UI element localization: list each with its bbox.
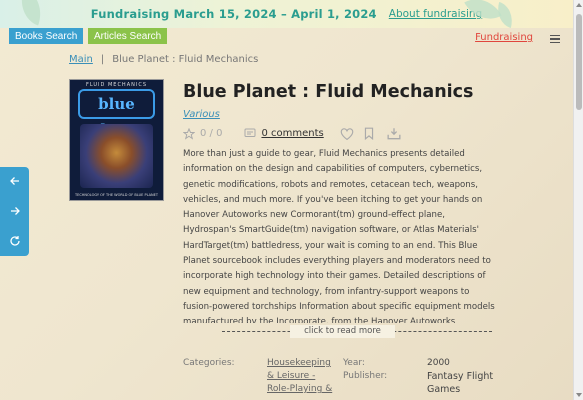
breadcrumb-main-link[interactable]: Main (69, 54, 93, 65)
heart-icon[interactable] (340, 127, 354, 140)
publisher-value: Fantasy Flight Games (427, 371, 494, 395)
breadcrumb-current: Blue Planet : Fluid Mechanics (112, 54, 259, 65)
year-label: Year: (343, 358, 365, 368)
scroll-down-arrow-icon[interactable] (576, 393, 582, 397)
cover-bottom-text: TECHNOLOGY OF THE WORLD OF BLUE PLANET (75, 193, 158, 197)
year-value: 2000 (427, 358, 450, 368)
refresh-icon[interactable] (9, 232, 21, 251)
cover-logo: blue planet (78, 89, 155, 139)
book-description: More than just a guide to gear, Fluid Me… (183, 149, 495, 323)
book-actions: 0 / 0 0 comments (183, 127, 402, 140)
rating-value: 0 / 0 (200, 128, 223, 139)
fundraising-banner: Fundraising March 15, 2024 – April 1, 20… (0, 0, 573, 28)
arrow-right-icon[interactable] (9, 202, 21, 221)
about-fundraising-link[interactable]: About fundraising (389, 8, 482, 20)
comments[interactable]: 0 comments (244, 128, 324, 139)
comments-link[interactable]: 0 comments (261, 128, 323, 139)
top-navigation: Books Search Articles Search Fundraising (0, 28, 573, 48)
cover-top-text: FLUID MECHANICS (85, 82, 147, 88)
side-navigation (0, 167, 29, 256)
banner-title: Fundraising March 15, 2024 – April 1, 20… (90, 7, 377, 21)
categories-label: Categories: (183, 358, 235, 368)
star-icon[interactable] (183, 127, 195, 140)
rating[interactable]: 0 / 0 (183, 127, 223, 140)
author-link[interactable]: Various (183, 109, 220, 120)
read-more-button[interactable]: click to read more (290, 325, 395, 338)
book-title: Blue Planet : Fluid Mechanics (183, 82, 474, 102)
categories-value[interactable]: Housekeeping & Leisure - Role-Playing & (267, 357, 339, 396)
books-search-button[interactable]: Books Search (9, 28, 84, 44)
leaf-decoration (13, 0, 49, 26)
publisher-label: Publisher: (343, 371, 388, 381)
book-cover[interactable]: FLUID MECHANICS blue planet TECHNOLOGY O… (69, 79, 164, 201)
hamburger-icon[interactable] (550, 35, 560, 43)
send-to-device-icon[interactable] (386, 127, 402, 140)
bookmark-icon[interactable] (364, 127, 374, 140)
cover-artwork (80, 124, 153, 188)
articles-search-button[interactable]: Articles Search (88, 28, 168, 44)
arrow-left-icon[interactable] (9, 172, 21, 191)
scroll-thumb[interactable] (576, 14, 582, 110)
fundraising-link[interactable]: Fundraising (475, 32, 533, 43)
breadcrumb: Main | Blue Planet : Fluid Mechanics (69, 54, 258, 65)
vertical-scrollbar[interactable] (573, 0, 583, 400)
scroll-up-arrow-icon[interactable] (576, 3, 582, 7)
comment-icon (244, 128, 256, 139)
breadcrumb-separator: | (100, 54, 105, 65)
